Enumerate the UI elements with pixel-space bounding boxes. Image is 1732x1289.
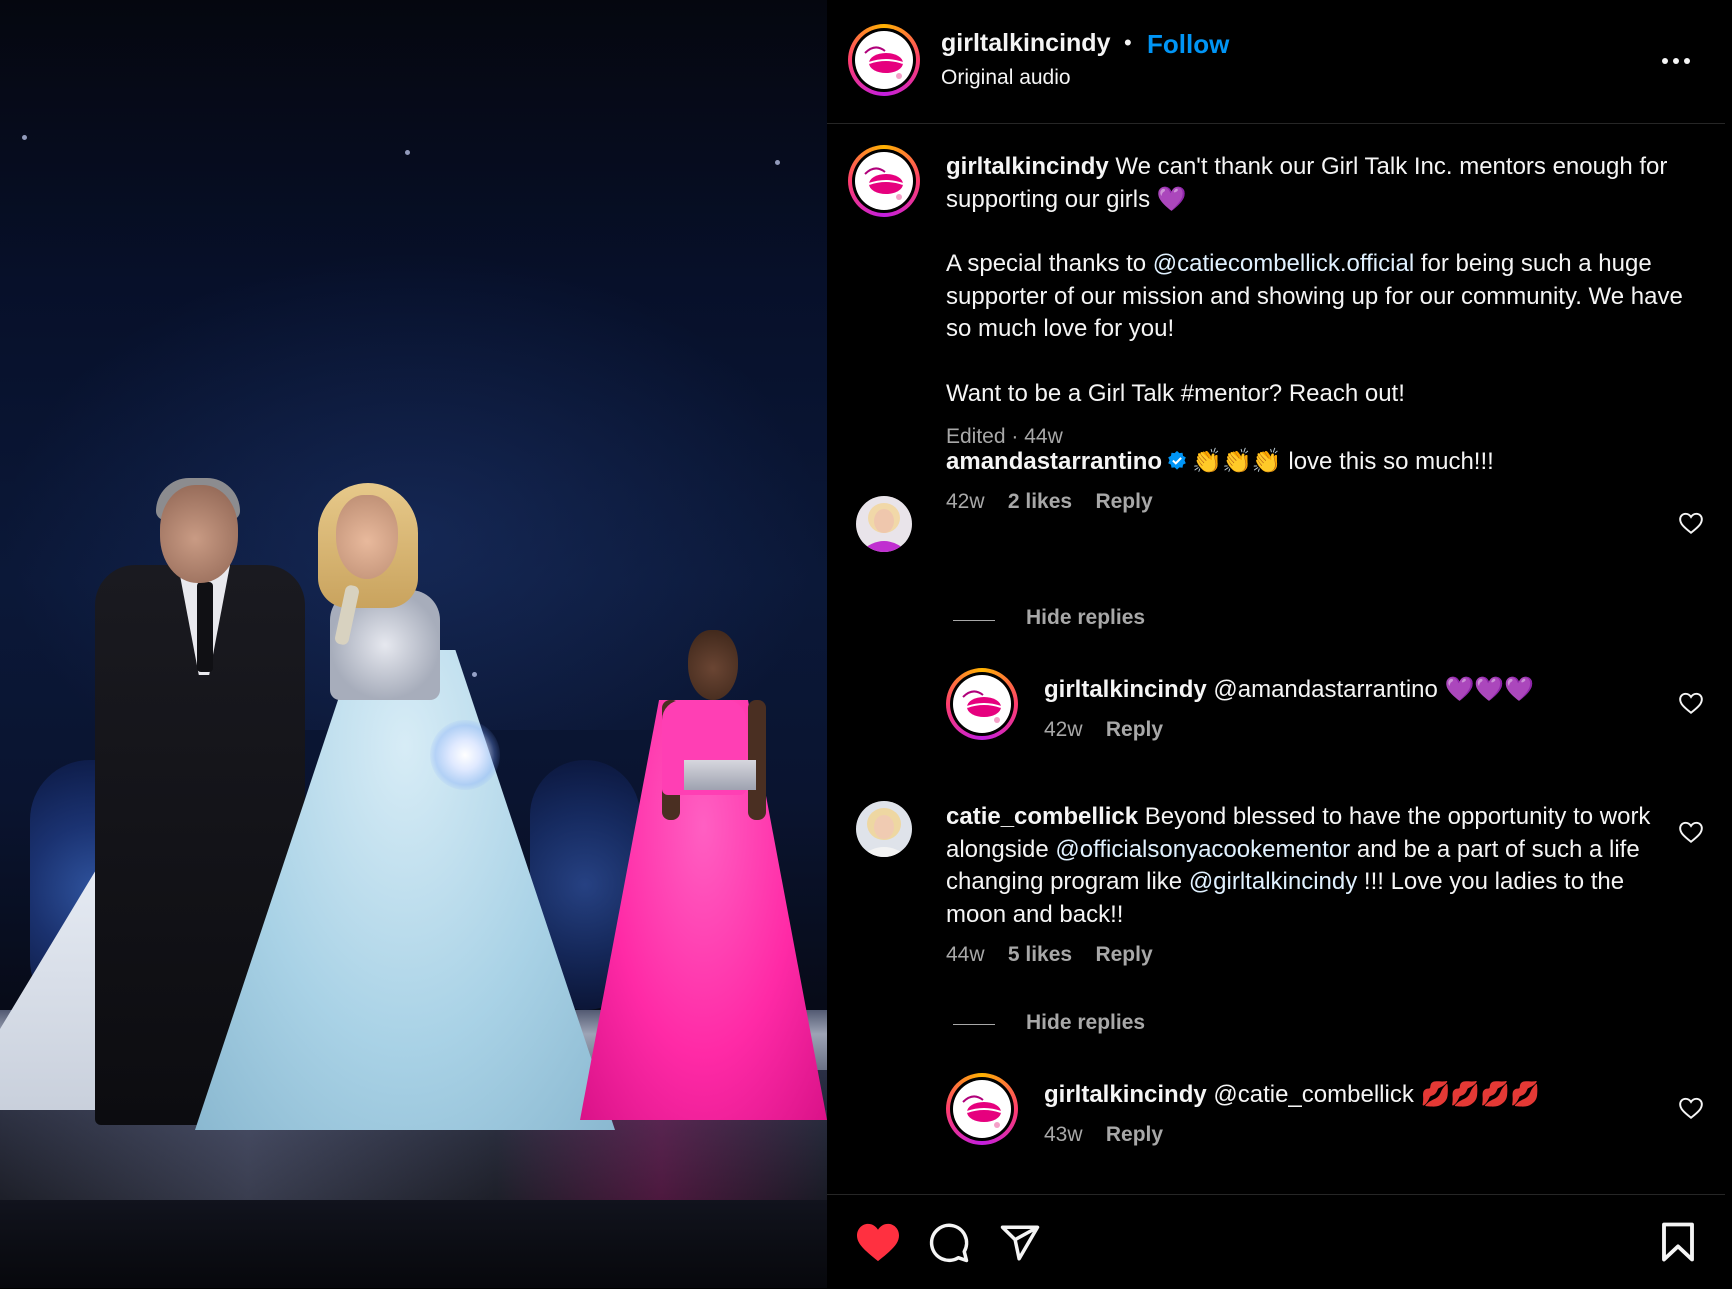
reply-meta: 42w Reply	[1044, 718, 1163, 742]
stage-light	[775, 160, 780, 165]
user-avatar-photo	[856, 496, 912, 552]
stage-light	[472, 672, 477, 677]
profile-avatar[interactable]	[848, 24, 920, 96]
reply-body: @catie_combellick 💋💋💋💋	[1213, 1081, 1541, 1108]
reply-avatar[interactable]	[946, 668, 1018, 740]
comment-text: amandastarrantino 👏👏👏 love this so much!!…	[946, 446, 1666, 479]
contestant-head	[336, 495, 398, 579]
spotlight-flare	[430, 720, 500, 790]
reply-avatar[interactable]	[946, 1073, 1018, 1145]
comment-meta: 42w 2 likes Reply	[946, 490, 1153, 514]
reply-button[interactable]: Reply	[1095, 490, 1152, 513]
comment-text: catie_combellick Beyond blessed to have …	[946, 801, 1666, 931]
caption-username[interactable]: girltalkincindy	[946, 153, 1109, 180]
comment-likes[interactable]: 5 likes	[1008, 943, 1072, 966]
contestant-head	[688, 630, 738, 700]
like-comment-heart-icon[interactable]	[1678, 1095, 1704, 1121]
host-tie	[197, 582, 213, 672]
stage-light	[405, 150, 410, 155]
commenter-avatar[interactable]	[856, 801, 912, 857]
comment-body: 👏👏👏 love this so much!!!	[1192, 448, 1494, 475]
replies-divider	[953, 1024, 995, 1025]
reel-video[interactable]	[0, 0, 827, 1288]
like-comment-heart-icon[interactable]	[1678, 819, 1704, 845]
mention-link[interactable]: @girltalkincindy	[1189, 868, 1357, 895]
comment-age[interactable]: 44w	[946, 943, 985, 966]
reply-username[interactable]: girltalkincindy	[1044, 1081, 1207, 1108]
comment-likes[interactable]: 2 likes	[1008, 490, 1072, 513]
follow-button[interactable]: Follow	[1147, 29, 1229, 60]
post-author-username[interactable]: girltalkincindy	[941, 29, 1110, 58]
caption-cta: Want to be a Girl Talk #mentor? Reach ou…	[946, 379, 1405, 407]
reply-age[interactable]: 42w	[1044, 718, 1083, 741]
like-comment-heart-icon[interactable]	[1678, 510, 1704, 536]
comment-age[interactable]: 42w	[946, 490, 985, 513]
host-head	[160, 485, 238, 583]
reply-text: girltalkincindy @amandastarrantino 💜💜💜	[1044, 674, 1684, 707]
like-comment-heart-icon[interactable]	[1678, 690, 1704, 716]
comment-username[interactable]: catie_combellick	[946, 803, 1138, 830]
mention-link[interactable]: @officialsonyacookementor	[1055, 836, 1350, 863]
action-bar	[827, 1194, 1725, 1289]
meta-dot: ·	[1011, 425, 1019, 448]
hide-replies-button[interactable]: Hide replies	[1026, 606, 1145, 630]
hide-replies-button[interactable]: Hide replies	[1026, 1011, 1145, 1035]
edited-label: Edited	[946, 425, 1006, 448]
comment-meta: 44w 5 likes Reply	[946, 943, 1153, 967]
user-avatar-photo	[856, 801, 912, 857]
post-header: girltalkincindy • Follow Original audio	[827, 0, 1725, 124]
lips-logo-icon	[962, 1095, 1002, 1128]
reply-button[interactable]: Reply	[1106, 718, 1163, 741]
heart-fill	[857, 1223, 899, 1262]
lips-logo-icon	[864, 46, 904, 79]
caption-avatar[interactable]	[848, 145, 920, 217]
jeweled-belt	[684, 760, 756, 790]
heart-filled-icon[interactable]	[855, 1221, 901, 1263]
reply-body: @amandastarrantino 💜💜💜	[1213, 676, 1535, 703]
commenter-avatar[interactable]	[856, 496, 912, 552]
reply-button[interactable]: Reply	[1095, 943, 1152, 966]
verified-badge-icon	[1168, 450, 1186, 470]
post-panel: girltalkincindy • Follow Original audio …	[827, 0, 1732, 1288]
lips-logo-icon	[962, 690, 1002, 723]
separator-dot: •	[1124, 30, 1132, 55]
audio-label[interactable]: Original audio	[941, 66, 1071, 90]
lips-logo-icon	[864, 167, 904, 200]
more-options-icon[interactable]	[1658, 48, 1698, 72]
stage-light	[22, 135, 27, 140]
comment-icon[interactable]	[928, 1222, 970, 1264]
post-age[interactable]: 44w	[1024, 425, 1063, 448]
reply-age[interactable]: 43w	[1044, 1123, 1083, 1146]
post-caption: girltalkincindy We can't thank our Girl …	[946, 151, 1686, 442]
comment-username[interactable]: amandastarrantino	[946, 448, 1162, 475]
replies-divider	[953, 620, 995, 621]
reply-username[interactable]: girltalkincindy	[1044, 676, 1207, 703]
reply-button[interactable]: Reply	[1106, 1123, 1163, 1146]
mention-link[interactable]: @catiecombellick.official	[1153, 250, 1414, 277]
caption-text: A special thanks to	[946, 250, 1153, 277]
reply-text: girltalkincindy @catie_combellick 💋💋💋💋	[1044, 1079, 1684, 1112]
share-icon[interactable]	[999, 1222, 1041, 1264]
reply-meta: 43w Reply	[1044, 1123, 1163, 1147]
save-icon[interactable]	[1660, 1221, 1696, 1263]
comments-section[interactable]: girltalkincindy We can't thank our Girl …	[827, 124, 1725, 1194]
